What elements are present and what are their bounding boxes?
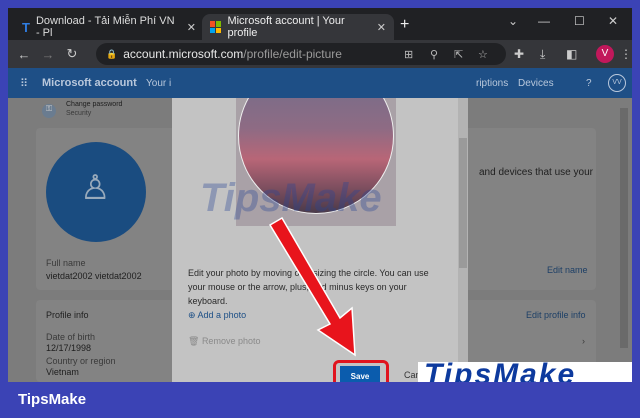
- red-arrow-icon: [268, 216, 356, 357]
- footer-brand: TipsMake: [18, 391, 87, 408]
- footer-band: TipsMake: [0, 382, 640, 418]
- tipsmake-logo-watermark: TipsMake: [418, 362, 632, 382]
